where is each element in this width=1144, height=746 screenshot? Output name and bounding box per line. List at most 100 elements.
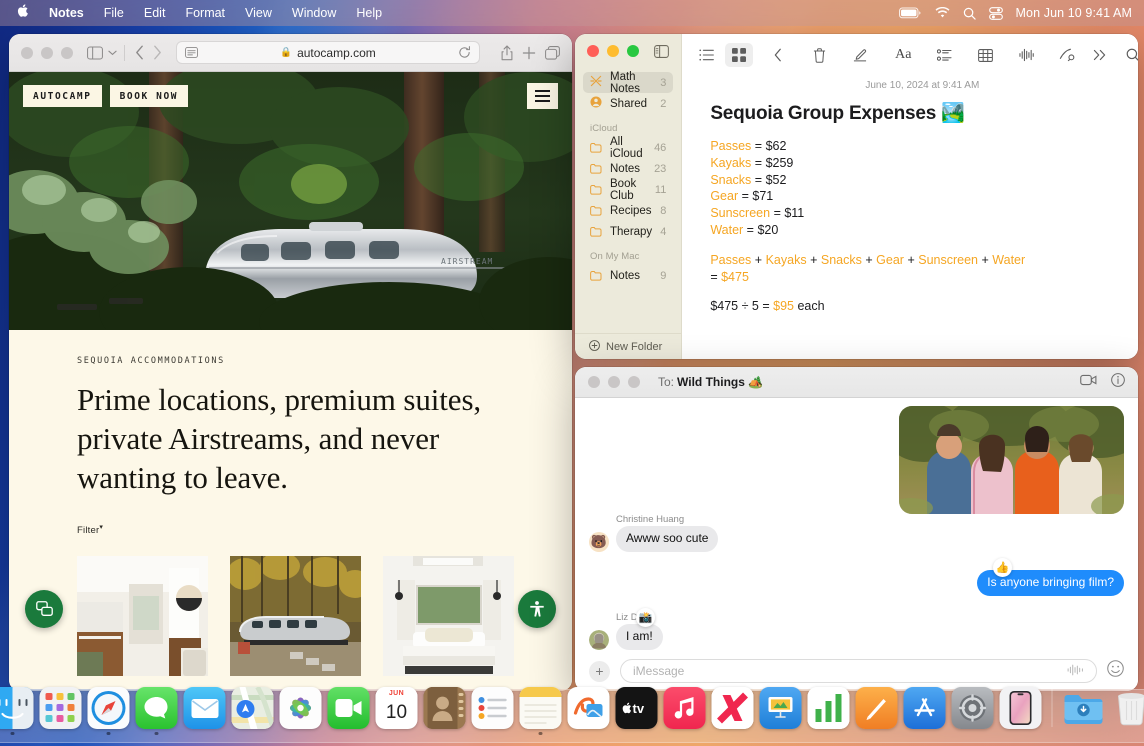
- maximize-button[interactable]: [628, 376, 640, 388]
- dock-item-photos[interactable]: [280, 687, 322, 735]
- address-bar[interactable]: 🔒 autocamp.com: [176, 41, 480, 64]
- dock-item-keynote[interactable]: [760, 687, 802, 735]
- menu-item-view[interactable]: View: [235, 4, 282, 22]
- message-row[interactable]: 🐻 Awww soo cute: [589, 526, 1124, 552]
- dock-item-trash[interactable]: [1111, 687, 1144, 735]
- dock-item-iphone-mirroring[interactable]: [1000, 687, 1042, 735]
- book-now-button[interactable]: BOOK NOW: [110, 85, 189, 107]
- list-item[interactable]: [383, 556, 514, 676]
- list-item[interactable]: [77, 556, 208, 676]
- apple-menu-icon[interactable]: [10, 3, 39, 23]
- menu-item-window[interactable]: Window: [282, 4, 346, 22]
- menu-item-help[interactable]: Help: [346, 4, 392, 22]
- close-button[interactable]: [588, 376, 600, 388]
- note-document[interactable]: June 10, 2024 at 9:41 AM Sequoia Group E…: [682, 76, 1138, 315]
- more-icon[interactable]: [1086, 43, 1114, 67]
- back-icon[interactable]: [764, 43, 792, 67]
- control-center-icon[interactable]: [989, 7, 1003, 20]
- compose-icon[interactable]: [846, 43, 874, 67]
- message-thread[interactable]: Christine Huang 🐻 Awww soo cute 👍 Is any…: [575, 398, 1138, 651]
- dock-item-mail[interactable]: [184, 687, 226, 735]
- menu-item-notes[interactable]: Notes: [39, 4, 94, 22]
- close-button[interactable]: [587, 45, 599, 57]
- tab-overview-icon[interactable]: [545, 46, 560, 60]
- forward-icon[interactable]: [153, 45, 162, 60]
- close-button[interactable]: [21, 47, 33, 59]
- photo-message[interactable]: [899, 406, 1124, 514]
- sidebar-item-math-notes[interactable]: Math Notes 3: [583, 72, 673, 93]
- dock-item-reminders[interactable]: [472, 687, 514, 735]
- tapback-camera[interactable]: 📸: [636, 608, 655, 627]
- safari-traffic-lights[interactable]: [21, 47, 73, 59]
- avatar[interactable]: [589, 630, 609, 650]
- chat-bubble-icon[interactable]: [25, 590, 63, 628]
- back-icon[interactable]: [135, 45, 144, 60]
- dock-item-numbers[interactable]: [808, 687, 850, 735]
- audio-icon[interactable]: [1012, 43, 1040, 67]
- dock-item-launchpad[interactable]: [40, 687, 82, 735]
- maximize-button[interactable]: [61, 47, 73, 59]
- dock-item-finder[interactable]: [0, 687, 34, 735]
- dock-item-maps[interactable]: [232, 687, 274, 735]
- minimize-button[interactable]: [608, 376, 620, 388]
- dock-item-facetime[interactable]: [328, 687, 370, 735]
- dock-item-music[interactable]: [664, 687, 706, 735]
- maximize-button[interactable]: [627, 45, 639, 57]
- tapback-thumbsup[interactable]: 👍: [993, 558, 1012, 577]
- chevron-down-icon[interactable]: [108, 50, 117, 56]
- messages-window[interactable]: To:Wild Things 🏕️: [575, 367, 1138, 691]
- search-icon[interactable]: [1119, 43, 1138, 67]
- search-icon[interactable]: [963, 7, 976, 20]
- format-icon[interactable]: Aa: [889, 43, 917, 67]
- dock-item-appletv[interactable]: tv: [616, 687, 658, 735]
- sidebar-item-all-icloud[interactable]: All iCloud 46: [583, 137, 673, 158]
- sidebar-item-shared[interactable]: Shared 2: [583, 93, 673, 114]
- wifi-icon[interactable]: [935, 7, 950, 19]
- delete-icon[interactable]: [805, 43, 833, 67]
- message-row[interactable]: I am! 📸: [589, 624, 1124, 650]
- new-tab-icon[interactable]: [522, 46, 536, 60]
- dock[interactable]: JUN 10 tv: [0, 689, 1144, 743]
- hamburger-icon[interactable]: [527, 83, 558, 109]
- message-row[interactable]: 👍 Is anyone bringing film?: [589, 570, 1124, 596]
- sidebar-item-notes-local[interactable]: Notes 9: [583, 265, 673, 286]
- menu-item-edit[interactable]: Edit: [134, 4, 176, 22]
- emoji-icon[interactable]: [1107, 660, 1124, 682]
- battery-icon[interactable]: [899, 7, 922, 19]
- message-bubble[interactable]: Awww soo cute: [616, 526, 718, 552]
- dock-item-news[interactable]: [712, 687, 754, 735]
- sidebar-item-book-club[interactable]: Book Club 11: [583, 179, 673, 200]
- dock-item-contacts[interactable]: [424, 687, 466, 735]
- accessibility-icon[interactable]: [518, 590, 556, 628]
- sidebar-item-notes[interactable]: Notes 23: [583, 158, 673, 179]
- filter-control[interactable]: Filter▾: [77, 523, 572, 536]
- dock-item-freeform[interactable]: [568, 687, 610, 735]
- menu-item-format[interactable]: Format: [175, 4, 235, 22]
- avatar[interactable]: 🐻: [589, 532, 609, 552]
- dock-item-calendar[interactable]: JUN 10: [376, 687, 418, 735]
- dock-item-settings[interactable]: [952, 687, 994, 735]
- gallery-view-icon[interactable]: [725, 43, 753, 67]
- new-folder-button[interactable]: New Folder: [575, 333, 681, 359]
- list-item[interactable]: [230, 556, 361, 676]
- notes-window[interactable]: Math Notes 3 Shared 2 iCloud All iCloud …: [575, 34, 1138, 359]
- sidebar-icon[interactable]: [87, 46, 103, 60]
- table-icon[interactable]: [971, 43, 999, 67]
- plus-icon[interactable]: +: [589, 661, 610, 682]
- dock-item-pages[interactable]: [856, 687, 898, 735]
- dock-item-notes[interactable]: [520, 687, 562, 735]
- share-icon[interactable]: [501, 45, 513, 61]
- recipient-field[interactable]: To:Wild Things 🏕️: [658, 375, 763, 389]
- audio-wave-icon[interactable]: [1067, 664, 1084, 679]
- dock-item-downloads-folder[interactable]: [1063, 687, 1105, 735]
- minimize-button[interactable]: [41, 47, 53, 59]
- list-view-icon[interactable]: [692, 43, 720, 67]
- checklist-icon[interactable]: [930, 43, 958, 67]
- markup-icon[interactable]: [1053, 43, 1081, 67]
- dock-item-appstore[interactable]: [904, 687, 946, 735]
- dock-item-safari[interactable]: [88, 687, 130, 735]
- sidebar-toggle-icon[interactable]: [654, 45, 669, 58]
- dock-item-messages[interactable]: [136, 687, 178, 735]
- minimize-button[interactable]: [607, 45, 619, 57]
- message-bubble[interactable]: I am!: [616, 624, 663, 650]
